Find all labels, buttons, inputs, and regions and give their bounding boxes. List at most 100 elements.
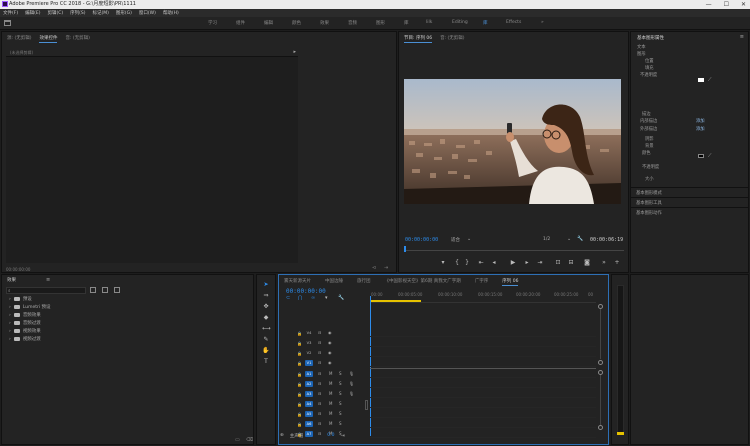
essential-stroke[interactable]: 描边 bbox=[642, 111, 651, 117]
track-header-a3[interactable]: A3 bbox=[305, 391, 313, 397]
ws-graphics[interactable]: 图形 bbox=[376, 20, 385, 26]
sync-lock-icon[interactable]: ⊟ bbox=[318, 391, 321, 396]
track-lane-v2[interactable] bbox=[370, 349, 596, 357]
menu-file[interactable]: 文件(F) bbox=[3, 10, 18, 16]
inner-stroke-add[interactable]: 添加 bbox=[696, 118, 705, 124]
ripple-edit-tool-icon[interactable]: ✥ bbox=[262, 303, 270, 311]
yuv-effects-icon[interactable] bbox=[114, 287, 120, 293]
go-to-end-icon[interactable]: ⇥ bbox=[340, 433, 344, 439]
essential-fill[interactable]: 填充 bbox=[645, 65, 654, 71]
hand-tool-icon[interactable]: ✋ bbox=[262, 347, 270, 355]
track-lane-a4[interactable] bbox=[370, 400, 596, 408]
mark-in-icon[interactable]: { bbox=[454, 260, 460, 266]
menu-help[interactable]: 帮助(H) bbox=[163, 10, 179, 16]
more-workspaces-icon[interactable]: » bbox=[541, 20, 544, 25]
track-lane-a5[interactable] bbox=[370, 410, 596, 418]
track-select-tool-icon[interactable]: ⇒ bbox=[262, 292, 270, 300]
lock-icon[interactable]: 🔒 bbox=[297, 382, 302, 387]
ws-libraries[interactable]: 库 bbox=[404, 20, 409, 26]
program-scrubber[interactable] bbox=[404, 248, 624, 251]
nest-icon[interactable]: ⊂ bbox=[286, 295, 290, 301]
eye-icon[interactable]: ◉ bbox=[328, 360, 332, 365]
sync-lock-icon[interactable]: ⊟ bbox=[318, 381, 321, 386]
essential-bg-opacity[interactable]: 不透明度 bbox=[642, 164, 659, 170]
tl-tab-2[interactable]: 中国边陲 bbox=[325, 278, 343, 286]
tl-tab-5[interactable]: 广字序 bbox=[475, 278, 489, 286]
effects-item-video-transitions[interactable]: › 视频过渡 bbox=[9, 336, 41, 343]
track-header-a1[interactable]: A1 bbox=[305, 371, 313, 377]
ws-effects-en[interactable]: Effects bbox=[506, 20, 521, 25]
linked-selection-icon[interactable]: ∞ bbox=[311, 295, 315, 301]
button-editor-icon[interactable]: » bbox=[601, 260, 607, 266]
go-to-in-icon[interactable]: ⇤ bbox=[478, 260, 484, 266]
sync-lock-icon[interactable]: ⊟ bbox=[318, 350, 321, 355]
track-lane-a2[interactable] bbox=[370, 380, 596, 388]
tl-tab-1[interactable]: 雾天新源天片 bbox=[284, 278, 311, 286]
bg-eyedropper-icon[interactable]: ⟋ bbox=[708, 153, 712, 159]
lock-icon[interactable]: 🔒 bbox=[297, 372, 302, 377]
track-header-a4[interactable]: A4 bbox=[305, 401, 313, 407]
scroll-handle-mid[interactable] bbox=[598, 360, 603, 365]
track-lane-a7[interactable] bbox=[370, 430, 596, 438]
solo-icon[interactable]: S bbox=[339, 371, 342, 376]
maximize-button[interactable]: ☐ bbox=[724, 0, 729, 9]
solo-icon[interactable]: S bbox=[339, 401, 342, 406]
lock-icon[interactable]: 🔒 bbox=[297, 351, 302, 356]
menu-window[interactable]: 窗口(W) bbox=[139, 10, 156, 16]
outer-stroke-add[interactable]: 添加 bbox=[696, 126, 705, 132]
filter-icon[interactable]: ⊲ bbox=[372, 265, 376, 271]
minimize-button[interactable]: — bbox=[706, 0, 712, 9]
ws-editing[interactable]: 编辑 bbox=[264, 20, 273, 26]
zoom-dropdown-chevron-icon[interactable]: ⌄ bbox=[567, 236, 571, 242]
lock-icon[interactable]: 🔒 bbox=[297, 361, 302, 366]
timeline-settings-icon[interactable]: 🔧 bbox=[338, 295, 344, 301]
essential-position[interactable]: 位置 bbox=[645, 58, 654, 64]
lock-icon[interactable]: 🔒 bbox=[297, 412, 302, 417]
track-lane-a1[interactable] bbox=[370, 370, 596, 378]
track-lane-v3[interactable] bbox=[370, 339, 596, 347]
razor-tool-icon[interactable]: ◆ bbox=[262, 314, 270, 322]
track-header-v4[interactable]: V4 bbox=[305, 330, 313, 336]
step-forward-icon[interactable]: ▸ bbox=[524, 260, 530, 266]
ws-audio[interactable]: 音频 bbox=[348, 20, 357, 26]
fill-eyedropper-icon[interactable]: ⟋ bbox=[708, 77, 712, 83]
sync-lock-icon[interactable]: ⊟ bbox=[318, 330, 321, 335]
track-lane-a3[interactable] bbox=[370, 390, 596, 398]
essential-opacity[interactable]: 不透明度 bbox=[640, 72, 657, 78]
close-button[interactable]: ✕ bbox=[741, 0, 746, 9]
effects-menu-icon[interactable]: ≡ bbox=[46, 277, 50, 283]
essential-size[interactable]: 大小 bbox=[645, 176, 654, 182]
tab-source[interactable]: 源: (无剪辑) bbox=[7, 35, 31, 43]
32bit-effects-icon[interactable] bbox=[102, 287, 108, 293]
essential-text[interactable]: 文本 bbox=[637, 44, 646, 50]
track-height-handle[interactable] bbox=[365, 400, 368, 410]
add-marker-tl-icon[interactable]: ▾ bbox=[325, 295, 328, 301]
ws-editing-en[interactable]: Editing bbox=[452, 20, 468, 25]
mic-icon[interactable]: 🎙 bbox=[349, 391, 354, 396]
effects-search-input[interactable]: ⌕ bbox=[6, 287, 86, 294]
export-icon[interactable]: ⇥ bbox=[384, 265, 388, 271]
track-header-v1[interactable]: V1 bbox=[305, 360, 313, 366]
menu-graphics[interactable]: 图形(G) bbox=[116, 10, 132, 16]
master-lock-icon[interactable]: ⊕ bbox=[280, 433, 284, 438]
lock-icon[interactable]: 🔒 bbox=[297, 341, 302, 346]
mic-icon[interactable]: 🎙 bbox=[349, 381, 354, 386]
ws-library-active[interactable]: 库 bbox=[483, 20, 488, 26]
fit-dropdown-chevron-icon[interactable]: ⌄ bbox=[467, 236, 471, 242]
essential-graphic[interactable]: 图形 bbox=[637, 51, 646, 57]
step-back-icon[interactable]: ◂ bbox=[491, 260, 497, 266]
tl-tab-4[interactable]: 《中国影视天空》第6期 真我文广字期 bbox=[385, 278, 461, 286]
mute-icon[interactable]: M bbox=[329, 371, 332, 376]
tab-audio-program[interactable]: 音: (无剪辑) bbox=[440, 35, 464, 43]
slip-tool-icon[interactable]: ⟷ bbox=[262, 325, 271, 333]
tab-audio-clip[interactable]: 音: (无剪辑) bbox=[65, 35, 89, 43]
track-header-v2[interactable]: V2 bbox=[305, 350, 313, 356]
eg-tools-header[interactable]: 基本图形工具 bbox=[631, 197, 748, 206]
fill-swatch[interactable] bbox=[698, 78, 704, 82]
tab-effect-controls[interactable]: 效果控件 bbox=[39, 35, 58, 43]
essential-outer-stroke[interactable]: 外部描边 bbox=[640, 126, 657, 132]
tl-tab-sequence06[interactable]: 序列 06 bbox=[502, 278, 519, 286]
menu-marker[interactable]: 标记(M) bbox=[93, 10, 109, 16]
solo-icon[interactable]: S bbox=[339, 391, 342, 396]
eye-icon[interactable]: ◉ bbox=[328, 340, 332, 345]
